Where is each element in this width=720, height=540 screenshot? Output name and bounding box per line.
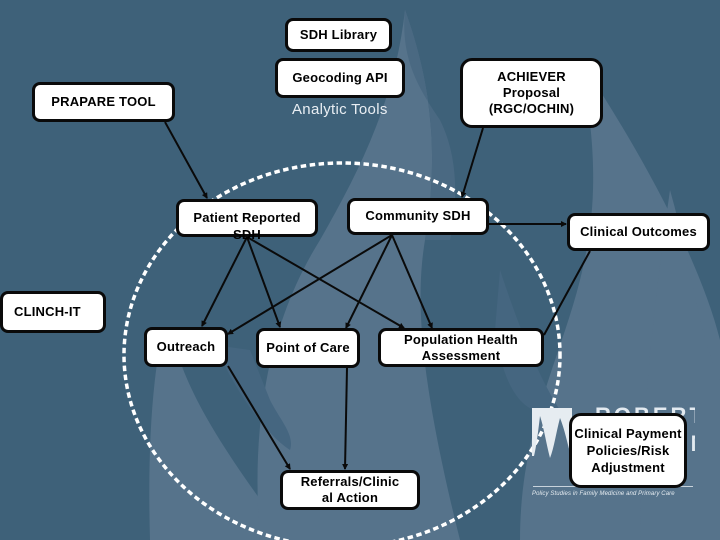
node-label: Clinical Outcomes — [580, 224, 697, 239]
edge-population-health-to-clinical-outcomes — [543, 250, 591, 336]
edge-outreach-to-referrals — [227, 365, 291, 470]
edge-prapare-tool-to-patient-reported-sdh — [164, 121, 208, 199]
node-clinch-it[interactable]: CLINCH-IT — [0, 291, 106, 333]
node-outreach[interactable]: Outreach — [144, 327, 228, 367]
node-clinical-outcomes[interactable]: Clinical Outcomes — [567, 213, 710, 251]
node-point-of-care[interactable]: Point of Care — [256, 328, 360, 368]
node-label: Community SDH — [365, 208, 471, 223]
node-label: Clinical Payment Policies/Risk Adjustmen… — [574, 426, 682, 475]
node-label: Outreach — [156, 339, 216, 354]
node-achiever-proposal[interactable]: ACHIEVER Proposal (RGC/OCHIN) — [460, 58, 603, 128]
node-label: Geocoding API — [292, 70, 388, 85]
edge-community-sdh-to-population-health — [391, 234, 433, 329]
node-label: PRAPARE TOOL — [51, 94, 156, 109]
node-population-health-assessment[interactable]: Population Health Assessment — [378, 328, 544, 367]
node-sdh-library[interactable]: SDH Library — [285, 18, 392, 52]
node-label: Point of Care — [266, 340, 350, 355]
node-referrals-clinical-action[interactable]: Referrals/Clinic al Action — [280, 470, 420, 510]
node-label: ACHIEVER Proposal (RGC/OCHIN) — [488, 69, 575, 116]
node-clinical-payment-policies[interactable]: Clinical Payment Policies/Risk Adjustmen… — [569, 413, 687, 488]
edge-patient-reported-sdh-to-population-health — [246, 236, 405, 329]
logo-flame-icon — [532, 408, 572, 458]
node-label: SDH Library — [299, 27, 378, 42]
node-community-sdh[interactable]: Community SDH — [347, 198, 489, 235]
node-prapare-tool[interactable]: PRAPARE TOOL — [32, 82, 175, 122]
node-geocoding-api[interactable]: Geocoding API — [275, 58, 405, 98]
logo-tagline: Policy Studies in Family Medicine and Pr… — [532, 491, 675, 497]
edge-point-of-care-to-referrals — [342, 367, 349, 470]
node-patient-reported-sdh[interactable]: Patient Reported SDH — [176, 199, 318, 242]
node-label: Population Health Assessment — [404, 332, 518, 363]
edge-achiever-to-community-sdh — [460, 127, 484, 198]
node-label: CLINCH-IT — [14, 304, 81, 319]
edge-patient-reported-sdh-to-outreach — [201, 236, 248, 327]
node-label: Patient Reported SDH — [193, 210, 301, 242]
analytic-tools-label: Analytic Tools — [292, 101, 388, 118]
node-label: Referrals/Clinic al Action — [300, 474, 400, 505]
